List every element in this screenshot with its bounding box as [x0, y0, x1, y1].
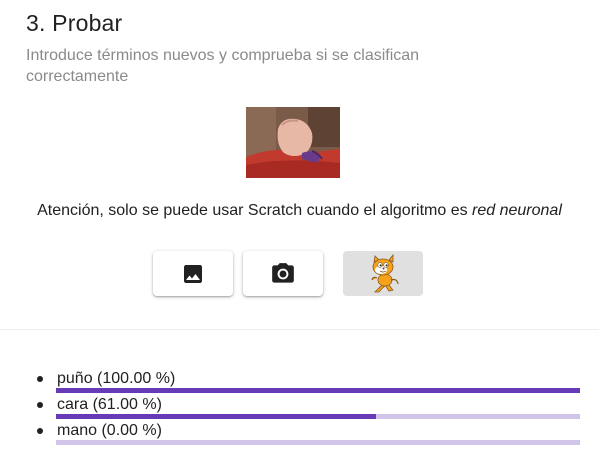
- upload-image-button[interactable]: [153, 251, 233, 296]
- notice-algorithm-name: red neuronal: [472, 202, 562, 219]
- section-divider: [0, 329, 599, 330]
- scratch-cat-icon: [371, 253, 399, 292]
- bullet: [37, 402, 43, 408]
- section-title: 3. Probar: [26, 10, 123, 36]
- image-icon: [184, 264, 202, 283]
- fist-photo: [246, 107, 340, 178]
- camera-icon: [272, 262, 294, 283]
- bullet: [37, 376, 43, 382]
- result-item: puño (100.00 %): [0, 366, 599, 393]
- webcam-capture-button[interactable]: [243, 251, 323, 296]
- confidence-bar-track: [56, 440, 580, 445]
- classification-results: puño (100.00 %) cara (61.00 %) mano (0.0…: [0, 366, 599, 445]
- bullet: [37, 428, 43, 434]
- result-label: cara (61.00 %): [57, 396, 162, 413]
- scratch-button[interactable]: [343, 251, 423, 296]
- result-item: cara (61.00 %): [0, 392, 599, 419]
- algorithm-notice: Atención, solo se puede usar Scratch cua…: [0, 202, 599, 220]
- result-label: puño (100.00 %): [57, 370, 176, 387]
- result-item: mano (0.00 %): [0, 418, 599, 445]
- section-subtitle: Introduce términos nuevos y comprueba si…: [26, 47, 420, 85]
- notice-text: Atención, solo se puede usar Scratch cua…: [37, 202, 473, 219]
- result-label: mano (0.00 %): [57, 422, 162, 439]
- webcam-preview-image: [246, 107, 340, 178]
